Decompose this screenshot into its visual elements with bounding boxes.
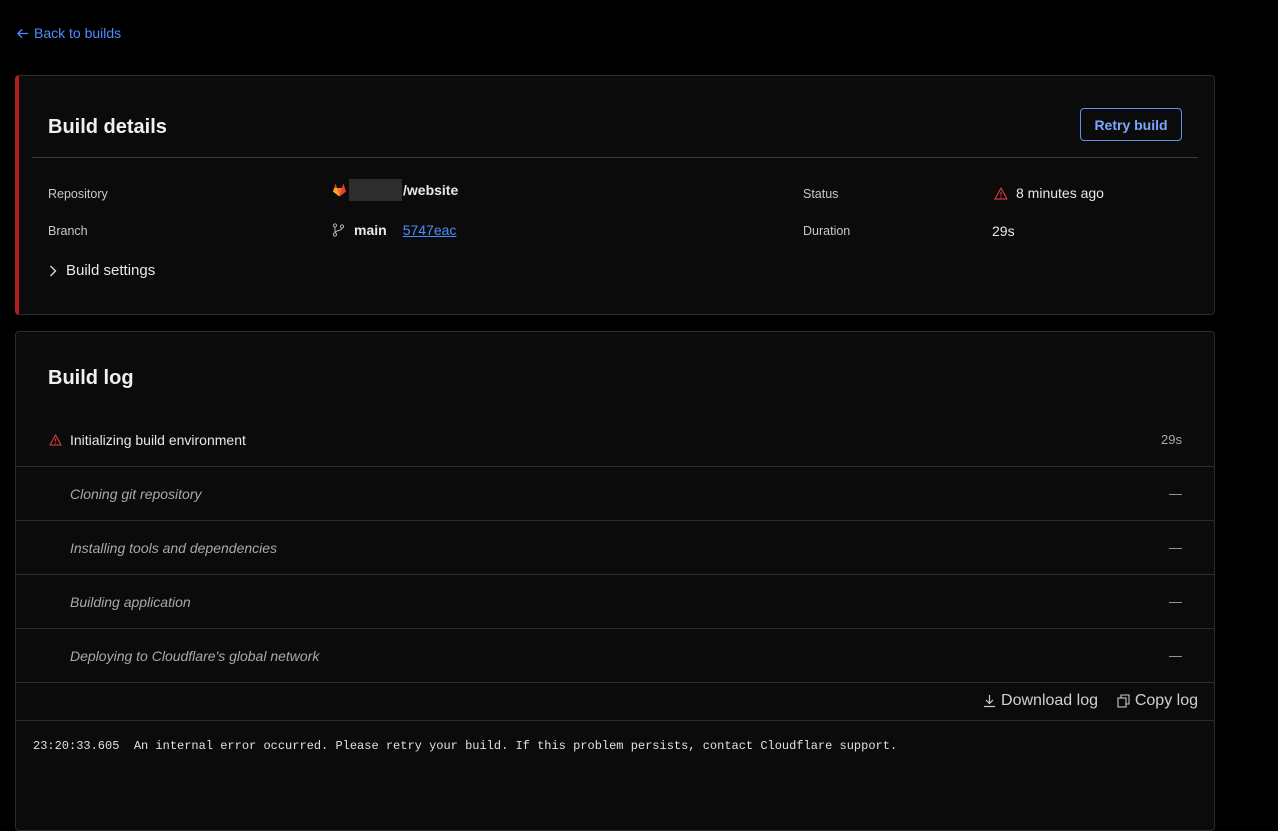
build-details-title: Build details (48, 116, 167, 138)
warning-icon (994, 186, 1008, 200)
build-details-card: Build details Retry build Repository /we… (15, 75, 1215, 315)
duration-label: Duration (803, 224, 851, 238)
build-settings-label: Build settings (66, 262, 156, 279)
log-output-line: 23:20:33.605 An internal error occurred.… (33, 739, 898, 753)
chevron-right-icon (50, 265, 57, 276)
arrow-left-icon (16, 28, 29, 38)
gitlab-icon (332, 183, 347, 197)
download-log-label: Download log (1001, 692, 1098, 709)
log-step-duration: — (1169, 594, 1182, 609)
status-label: Status (803, 187, 839, 201)
download-log-button[interactable]: Download log (983, 692, 1098, 710)
copy-icon (1117, 694, 1130, 708)
log-step-label: Installing tools and dependencies (70, 539, 278, 556)
copy-log-label: Copy log (1134, 692, 1198, 709)
log-step-duration: — (1169, 486, 1182, 501)
duration-value: 29s (992, 223, 1015, 239)
redacted-owner (349, 179, 402, 201)
download-icon (984, 695, 996, 708)
repository-label: Repository (48, 187, 108, 201)
log-step-label: Deploying to Cloudflare's global network (70, 647, 320, 664)
repository-link[interactable]: /website (403, 182, 458, 198)
log-step-row[interactable]: Deploying to Cloudflare's global network… (16, 629, 1214, 683)
status-text: 8 minutes ago (1016, 185, 1104, 201)
back-to-builds-link[interactable]: Back to builds (16, 25, 121, 41)
build-log-card: Build log Initializing build environment… (15, 331, 1215, 831)
git-branch-icon (332, 223, 345, 237)
log-step-row[interactable]: Building application — (16, 575, 1214, 629)
repository-value: /website (332, 179, 458, 201)
copy-log-button[interactable]: Copy log (1117, 692, 1198, 710)
log-step-duration: — (1169, 540, 1182, 555)
branch-label: Branch (48, 224, 88, 238)
warning-icon (49, 433, 62, 446)
build-log-title: Build log (48, 367, 134, 389)
commit-hash-link[interactable]: 5747eac (403, 222, 457, 238)
build-settings-toggle[interactable]: Build settings (48, 262, 155, 279)
log-step-label: Initializing build environment (70, 431, 246, 448)
log-step-row[interactable]: Installing tools and dependencies — (16, 521, 1214, 575)
log-step-label: Building application (70, 593, 191, 610)
log-toolbar: Download log Copy log (16, 683, 1214, 721)
status-value: 8 minutes ago (994, 185, 1104, 201)
log-step-row[interactable]: Initializing build environment 29s (16, 413, 1214, 467)
log-step-label: Cloning git repository (70, 485, 202, 502)
details-divider (32, 157, 1198, 158)
back-link-label: Back to builds (34, 25, 122, 41)
log-step-row[interactable]: Cloning git repository — (16, 467, 1214, 521)
log-step-duration: 29s (1161, 432, 1182, 447)
log-step-duration: — (1169, 648, 1182, 663)
branch-name: main (354, 222, 387, 238)
branch-value: main 5747eac (332, 222, 456, 238)
retry-build-button[interactable]: Retry build (1080, 108, 1182, 141)
